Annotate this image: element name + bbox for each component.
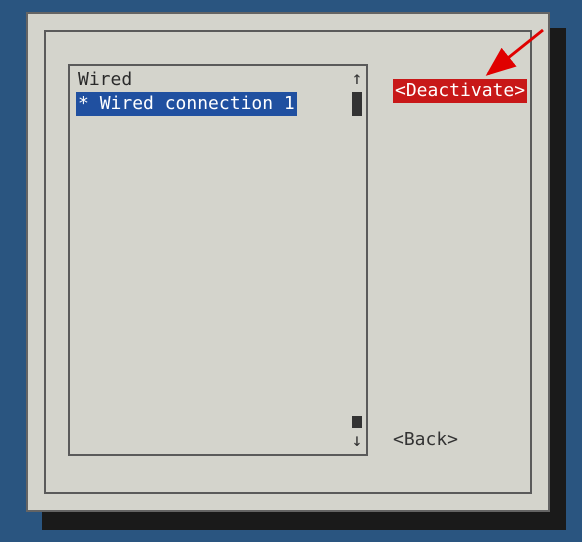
connection-list-content: Wired * Wired connection 1 (70, 66, 348, 454)
connection-listbox[interactable]: Wired * Wired connection 1 ↑ ↓ (68, 64, 368, 456)
list-category-header: Wired (70, 68, 348, 92)
scroll-up-arrow-icon[interactable]: ↑ (352, 68, 363, 90)
scroll-thumb[interactable] (352, 92, 362, 116)
scroll-down-arrow-icon[interactable]: ↓ (352, 430, 363, 452)
scroll-thumb-end[interactable] (352, 416, 362, 428)
list-item-selected[interactable]: * Wired connection 1 (76, 92, 297, 116)
dialog-window: Wired * Wired connection 1 ↑ ↓ <Deactiva… (26, 12, 550, 512)
deactivate-button[interactable]: <Deactivate> (393, 79, 527, 103)
list-item-active-marker: * (78, 93, 100, 114)
back-button[interactable]: <Back> (393, 428, 458, 452)
list-item-label: Wired connection 1 (100, 93, 295, 114)
listbox-scrollbar[interactable]: ↑ ↓ (348, 66, 366, 454)
scroll-track[interactable] (352, 92, 362, 428)
